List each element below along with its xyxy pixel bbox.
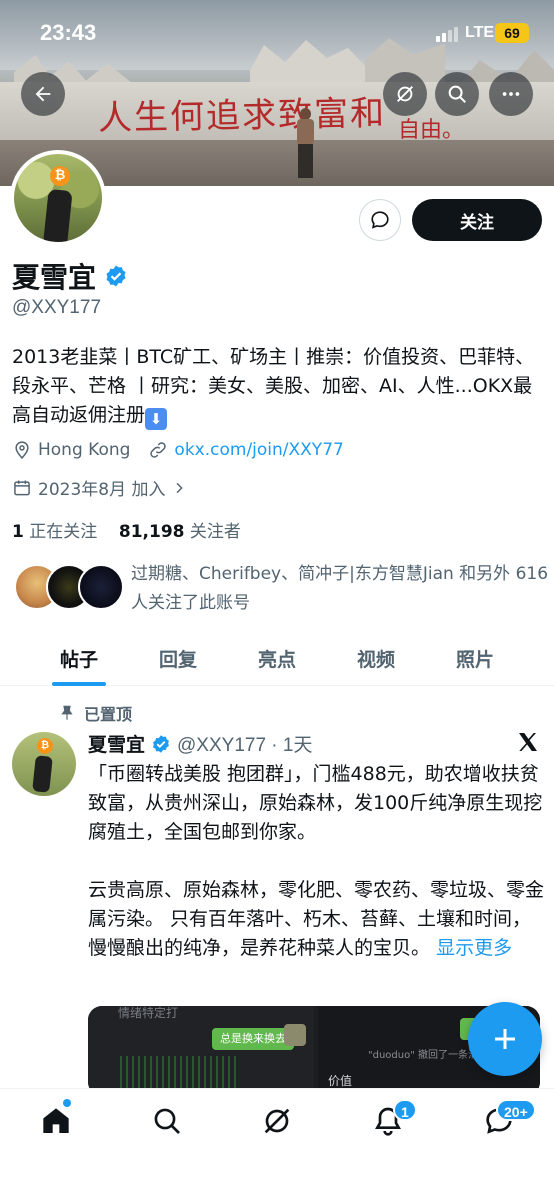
media-chat-bubble: 总是换来换去 <box>212 1028 294 1050</box>
followers-label: 关注者 <box>189 522 241 542</box>
post-author-name[interactable]: 夏雪宜 <box>88 730 145 757</box>
active-tab-indicator <box>52 682 106 686</box>
follow-button[interactable]: 关注 <box>412 199 542 241</box>
follow-counts: 1 正在关注 81,198 关注者 <box>12 517 241 542</box>
bio-text: 2013老韭菜丨BTC矿工、矿场主丨推崇：价值投资、巴菲特、段永平、芒格 丨研究… <box>12 346 535 426</box>
profile-name: 夏雪宜 <box>12 261 97 294</box>
location-pin-icon <box>15 441 29 459</box>
tab-photos[interactable]: 照片 <box>426 630 524 686</box>
tab-posts[interactable]: 帖子 <box>30 630 128 686</box>
post-header: 夏雪宜 @XXY177 · 1天 <box>88 730 312 757</box>
arrow-left-icon <box>35 86 51 102</box>
nav-grok[interactable] <box>261 1105 293 1137</box>
followers-count: 81,198 <box>118 522 185 542</box>
notifications-badge: 1 <box>393 1099 417 1121</box>
media-image-left[interactable]: 情绪特定打 总是换来换去 <box>88 1006 314 1096</box>
grok-icon <box>264 1108 290 1134</box>
profile-avatar[interactable]: ₿ <box>10 150 106 246</box>
grok-icon <box>397 86 413 102</box>
verified-badge-icon <box>153 734 169 753</box>
tab-replies[interactable]: 回复 <box>128 630 228 686</box>
media-value-text: 价值 <box>328 1074 353 1088</box>
nav-search[interactable] <box>151 1105 183 1137</box>
show-more-link[interactable]: 显示更多 <box>436 937 512 959</box>
following-label: 正在关注 <box>29 522 98 542</box>
pinned-label-row: 已置顶 <box>58 701 132 725</box>
following-count: 1 <box>12 522 24 542</box>
post-author-avatar[interactable]: ₿ <box>12 732 76 796</box>
status-time: 23:43 <box>40 20 97 45</box>
following-count-link[interactable]: 1 正在关注 <box>12 522 97 542</box>
profile-bio: 2013老韭菜丨BTC矿工、矿场主丨推崇：价值投资、巴菲特、段永平、芒格 丨研究… <box>12 343 542 430</box>
chat-bubble-icon <box>371 211 389 229</box>
message-button[interactable] <box>359 199 401 241</box>
banner-graffiti: 人生何追求致富和 <box>97 93 387 139</box>
post-text: 「币圈转战美股 抱团群」，门槛488元，助农增收扶贫致富，从贵州深山，原始森林，… <box>88 760 544 963</box>
battery-icon: 69 <box>495 23 529 43</box>
profile-joined-date: 2023年8月 加入 <box>38 480 166 500</box>
profile-handle: @XXY177 <box>12 297 102 318</box>
profile-tabs: 帖子 回复 亮点 视频 照片 <box>0 630 554 686</box>
pin-icon <box>61 705 73 720</box>
profile-website-link[interactable]: okx.com/join/XXY77 <box>174 440 343 460</box>
media-caption: 情绪特定打 <box>118 1006 179 1020</box>
calendar-icon <box>14 480 30 495</box>
profile-meta-row: Hong Kong okx.com/join/XXY77 <box>12 440 344 460</box>
bitcoin-icon: ₿ <box>37 738 53 754</box>
x-logo-icon[interactable] <box>516 730 540 754</box>
followed-by-text: 过期糖、Cherifbey、简冲子|东方智慧Jian 和另外 616 人关注了此… <box>131 564 549 613</box>
banner-person <box>294 108 316 178</box>
profile-joined-row[interactable]: 2023年8月 加入 <box>12 475 193 500</box>
more-options-button[interactable] <box>489 72 533 116</box>
network-label: LTE <box>465 24 495 41</box>
chevron-right-icon <box>176 482 184 493</box>
media-chat-avatar <box>284 1024 306 1046</box>
post-paragraph-with-more: 云贵高原、原始森林，零化肥、零农药、零垃圾、零金属污染。 只有百年落叶、朽木、苔… <box>88 876 544 963</box>
profile-name-row: 夏雪宜 <box>12 256 128 296</box>
pinned-label: 已置顶 <box>84 705 133 724</box>
tab-highlights[interactable]: 亮点 <box>228 630 326 686</box>
bitcoin-icon: ₿ <box>50 166 70 186</box>
messages-badge: 20+ <box>496 1099 536 1121</box>
search-icon <box>154 1108 180 1134</box>
plus-icon <box>495 1029 515 1049</box>
home-icon <box>43 1108 69 1133</box>
search-icon <box>448 85 466 103</box>
tab-videos[interactable]: 视频 <box>326 630 426 686</box>
nav-home[interactable] <box>40 1105 72 1137</box>
compose-post-button[interactable] <box>468 1002 542 1076</box>
signal-icon <box>436 26 458 42</box>
down-arrow-emoji-icon: ⬇ <box>145 408 168 430</box>
post-paragraph: 「币圈转战美股 抱团群」，门槛488元，助农增收扶贫致富，从贵州深山，原始森林，… <box>88 763 543 843</box>
follower-avatar <box>78 564 124 610</box>
banner-graffiti-tail: 自由。 <box>398 118 465 143</box>
more-icon <box>502 92 520 96</box>
grok-button[interactable] <box>383 72 427 116</box>
profile-location: Hong Kong <box>38 440 131 460</box>
post-author-meta: @XXY177 · 1天 <box>177 735 313 756</box>
home-unread-dot <box>63 1099 71 1107</box>
bottom-navigation: 1 20+ <box>0 1088 554 1199</box>
followers-count-link[interactable]: 81,198 关注者 <box>119 522 241 542</box>
verified-badge-icon[interactable] <box>104 264 128 288</box>
battery-level: 69 <box>504 25 520 41</box>
status-bar: 23:43 LTE 69 <box>0 0 554 62</box>
link-icon <box>150 442 167 458</box>
search-button[interactable] <box>435 72 479 116</box>
back-button[interactable] <box>21 72 65 116</box>
